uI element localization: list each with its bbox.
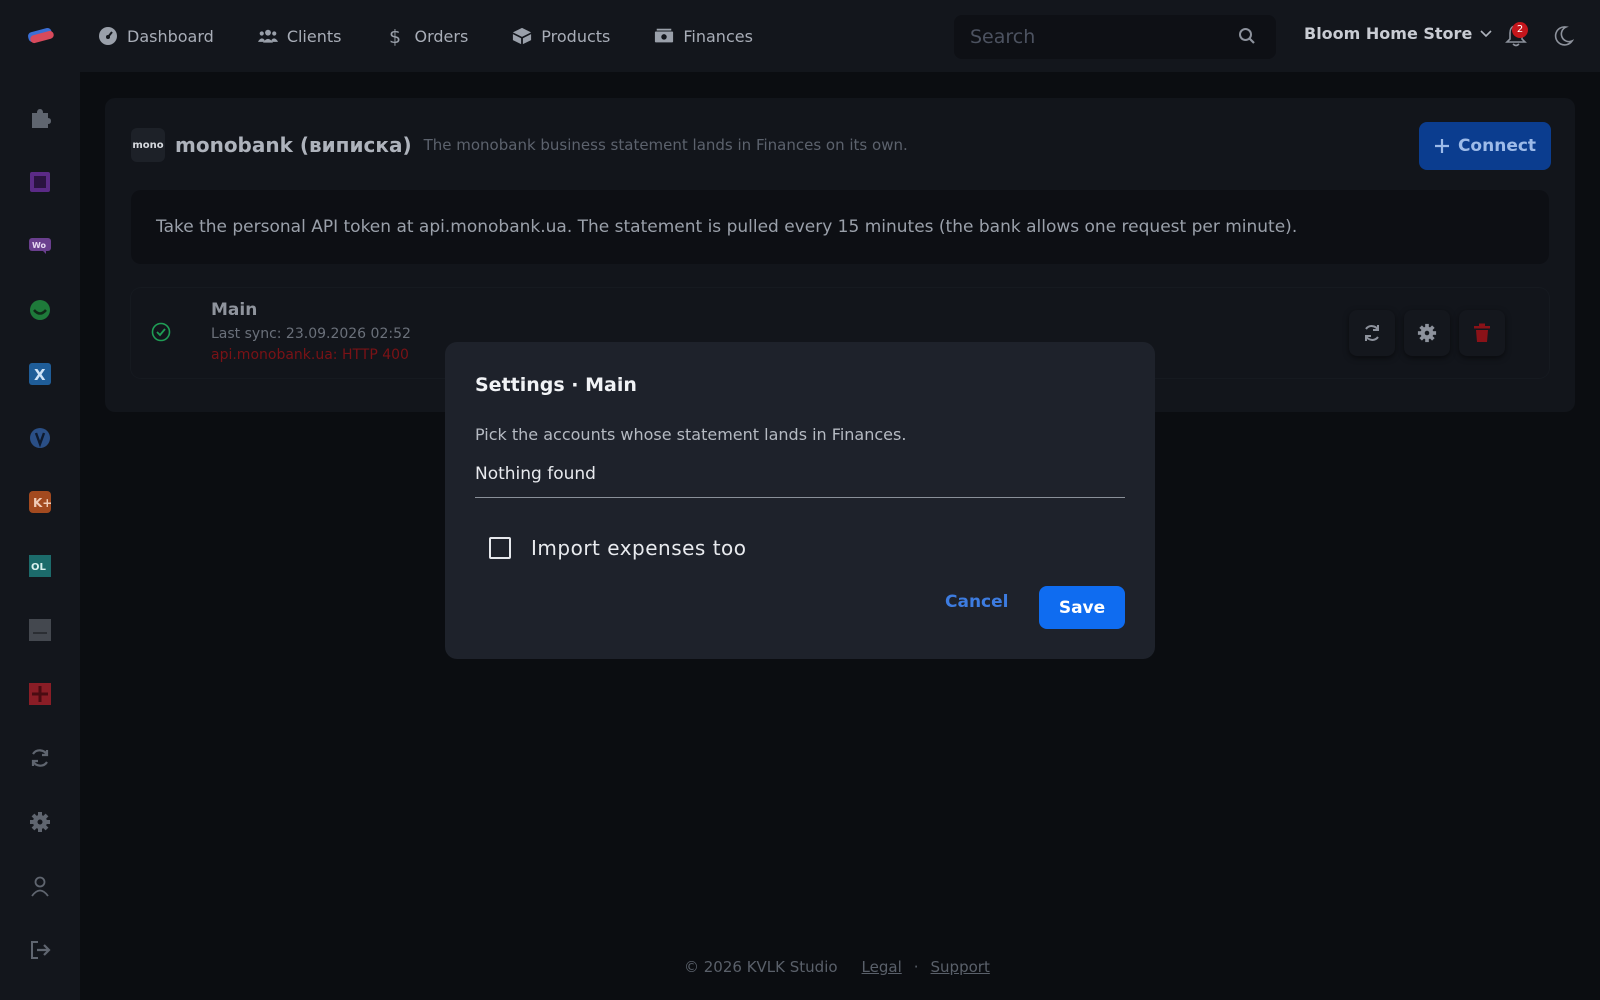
gear-icon (1417, 323, 1437, 343)
woo-icon: Wo (29, 238, 51, 254)
svg-text:Wo: Wo (32, 241, 47, 250)
nav-finances-label: Finances (683, 26, 753, 46)
sidebar-item-profile[interactable] (28, 874, 52, 898)
k-app-icon: K+ (29, 491, 51, 513)
sidebar-item-green-app[interactable] (28, 298, 52, 322)
nav-products-label: Products (541, 26, 611, 46)
store-name: Bloom Home Store (1304, 24, 1473, 43)
x-app-icon: X (29, 363, 51, 385)
red-app-icon (29, 683, 51, 705)
nav-clients-label: Clients (286, 26, 342, 46)
save-button-label: Save (1058, 597, 1106, 618)
money-icon (655, 28, 674, 43)
sidebar-item-app-purple[interactable] (28, 170, 52, 194)
olx-icon: OL (29, 555, 51, 577)
dialog-title: Settings · Main (475, 374, 637, 396)
nav-dashboard[interactable]: Dashboard (98, 26, 214, 46)
nav-orders[interactable]: $ Orders (385, 26, 468, 46)
sidebar-item-sync[interactable] (28, 746, 52, 770)
search-box (954, 15, 1276, 59)
support-link[interactable]: Support (931, 958, 990, 976)
info-box: Take the personal API token at api.monob… (131, 190, 1549, 264)
monobank-logo: mono (131, 128, 165, 162)
check-circle-icon (151, 322, 171, 342)
sidebar-item-x-app[interactable]: X (28, 362, 52, 386)
account-error: api.monobank.ua: HTTP 400 (211, 347, 409, 363)
nav-clients[interactable]: Clients (257, 26, 342, 46)
gray-app-icon (29, 619, 51, 641)
dialog-description: Pick the accounts whose statement lands … (475, 425, 907, 444)
account-settings-button[interactable] (1404, 310, 1450, 356)
sidebar-item-k-app[interactable]: K+ (28, 490, 52, 514)
sidebar-item-settings[interactable] (28, 810, 52, 834)
cancel-button[interactable]: Cancel (945, 592, 1008, 612)
accounts-select[interactable]: Nothing found (475, 458, 1125, 498)
sync-button[interactable] (1349, 310, 1395, 356)
account-name: Main (211, 300, 258, 320)
sidebar-item-shield-app[interactable] (28, 426, 52, 450)
plus-icon (1434, 139, 1449, 153)
trash-icon (1474, 323, 1490, 342)
app-logo[interactable] (26, 24, 56, 48)
card-title: monobank (виписка) (175, 133, 412, 157)
smile-app-icon (30, 300, 50, 320)
refresh-icon (1365, 325, 1379, 341)
info-text: Take the personal API token at api.monob… (156, 217, 1298, 237)
search-input[interactable] (970, 26, 1220, 48)
svg-text:OL: OL (31, 562, 47, 573)
shield-app-icon (30, 428, 50, 448)
dollar-icon: $ (389, 26, 401, 46)
sync-icon (31, 749, 49, 767)
sidebar-item-integrations[interactable] (28, 106, 52, 130)
accounts-select-value: Nothing found (475, 464, 596, 484)
connect-button[interactable]: Connect (1419, 122, 1551, 170)
sidebar-item-woocommerce[interactable]: Wo (28, 234, 52, 258)
legal-link[interactable]: Legal (862, 958, 902, 976)
logout-icon (31, 941, 51, 959)
chevron-down-icon (1480, 29, 1492, 37)
save-button[interactable]: Save (1039, 586, 1125, 629)
sidebar-item-logout[interactable] (28, 938, 52, 962)
main-nav: Dashboard Clients $ Orders Products Fina… (98, 0, 797, 72)
footer: © 2026 KVLK Studio Legal · Support (684, 958, 990, 976)
gear-icon (30, 812, 50, 832)
moon-icon[interactable] (1552, 25, 1574, 47)
card-subtitle: The monobank business statement lands in… (423, 136, 908, 154)
nav-orders-label: Orders (414, 26, 469, 46)
import-expenses-checkbox[interactable] (489, 537, 511, 559)
notification-badge: 2 (1512, 22, 1528, 38)
settings-dialog: Settings · Main Pick the accounts whose … (445, 342, 1155, 659)
nav-products[interactable]: Products (512, 26, 610, 46)
copyright: © 2026 KVLK Studio (684, 958, 838, 976)
delete-button[interactable] (1459, 310, 1505, 356)
connect-button-label: Connect (1457, 136, 1537, 156)
sidebar-item-olx[interactable]: OL (28, 554, 52, 578)
top-navbar: Dashboard Clients $ Orders Products Fina… (0, 0, 1600, 72)
gauge-icon (99, 27, 117, 45)
nav-dashboard-label: Dashboard (127, 26, 214, 46)
box-icon (513, 27, 532, 45)
puzzle-icon (32, 109, 51, 128)
sidebar-item-red-app[interactable] (28, 682, 52, 706)
account-last-sync: Last sync: 23.09.2026 02:52 (211, 326, 411, 342)
users-icon (257, 29, 278, 43)
svg-text:$: $ (389, 26, 401, 46)
search-icon[interactable] (1238, 27, 1256, 45)
import-expenses-label: Import expenses too (531, 536, 747, 560)
nav-finances[interactable]: Finances (654, 26, 753, 46)
import-expenses-checkbox-row[interactable]: Import expenses too (489, 536, 747, 560)
store-selector[interactable]: Bloom Home Store (1304, 24, 1492, 43)
footer-separator: · (913, 958, 919, 976)
user-icon (31, 876, 49, 897)
svg-text:K+: K+ (33, 496, 51, 510)
square-app-icon (30, 172, 50, 192)
svg-text:X: X (34, 366, 46, 384)
sidebar-item-gray-app[interactable] (28, 618, 52, 642)
card-header: mono monobank (виписка) The monobank bus… (131, 128, 908, 162)
sidebar: Wo X K+ OL (0, 72, 80, 1000)
